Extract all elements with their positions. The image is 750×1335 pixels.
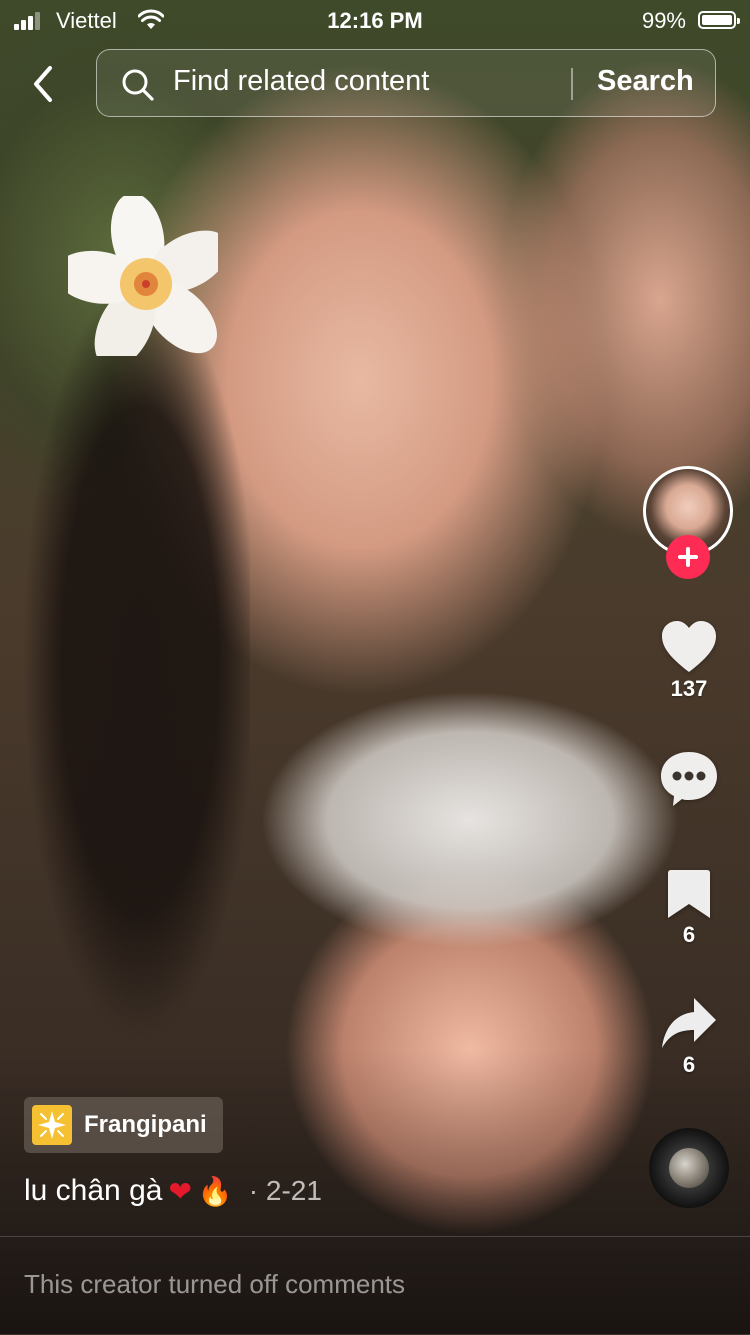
- back-chevron-icon[interactable]: [24, 62, 64, 106]
- like-button[interactable]: 137: [650, 620, 728, 702]
- comment-button[interactable]: [650, 750, 728, 808]
- post-date: · 2-21: [248, 1175, 322, 1206]
- save-button[interactable]: 6: [650, 868, 728, 948]
- frangipani-flower-effect: [68, 196, 218, 356]
- search-icon: [122, 69, 154, 101]
- battery-icon: [698, 11, 740, 29]
- share-arrow-icon: [662, 998, 716, 1048]
- search-divider: [571, 68, 573, 100]
- heart-emoji: ❤: [168, 1175, 192, 1207]
- fire-emoji: 🔥: [197, 1175, 233, 1207]
- battery-percent: 99%: [641, 8, 686, 33]
- effect-name: Frangipani: [84, 1111, 207, 1138]
- video-frame-hair: [0, 260, 250, 1160]
- share-count: 6: [682, 1052, 696, 1077]
- effect-sparkle-icon: [32, 1105, 72, 1145]
- effect-tag[interactable]: Frangipani: [24, 1097, 223, 1153]
- like-count: 137: [670, 676, 708, 701]
- heart-icon: [662, 621, 716, 672]
- search-input[interactable]: Find related content: [173, 65, 429, 98]
- search-bar[interactable]: Find related content Search: [96, 49, 716, 117]
- comments-disabled-text: This creator turned off comments: [24, 1269, 406, 1299]
- comment-bubble-icon: [661, 752, 717, 806]
- save-count: 6: [682, 922, 696, 947]
- bookmark-icon: [668, 870, 710, 918]
- search-button[interactable]: Search: [597, 65, 694, 98]
- music-disc[interactable]: [649, 1128, 729, 1208]
- video-caption: lu chân gà ❤ 🔥 · 2-21: [24, 1174, 322, 1208]
- caption-text: lu chân gà: [24, 1174, 163, 1207]
- status-bar: Viettel 12:16 PM 99%: [0, 0, 750, 40]
- comments-bar: This creator turned off comments: [0, 1236, 750, 1335]
- share-button[interactable]: 6: [650, 996, 728, 1078]
- music-cover-art: [669, 1148, 709, 1188]
- follow-plus-icon[interactable]: [666, 535, 710, 579]
- clock: 12:16 PM: [327, 8, 423, 33]
